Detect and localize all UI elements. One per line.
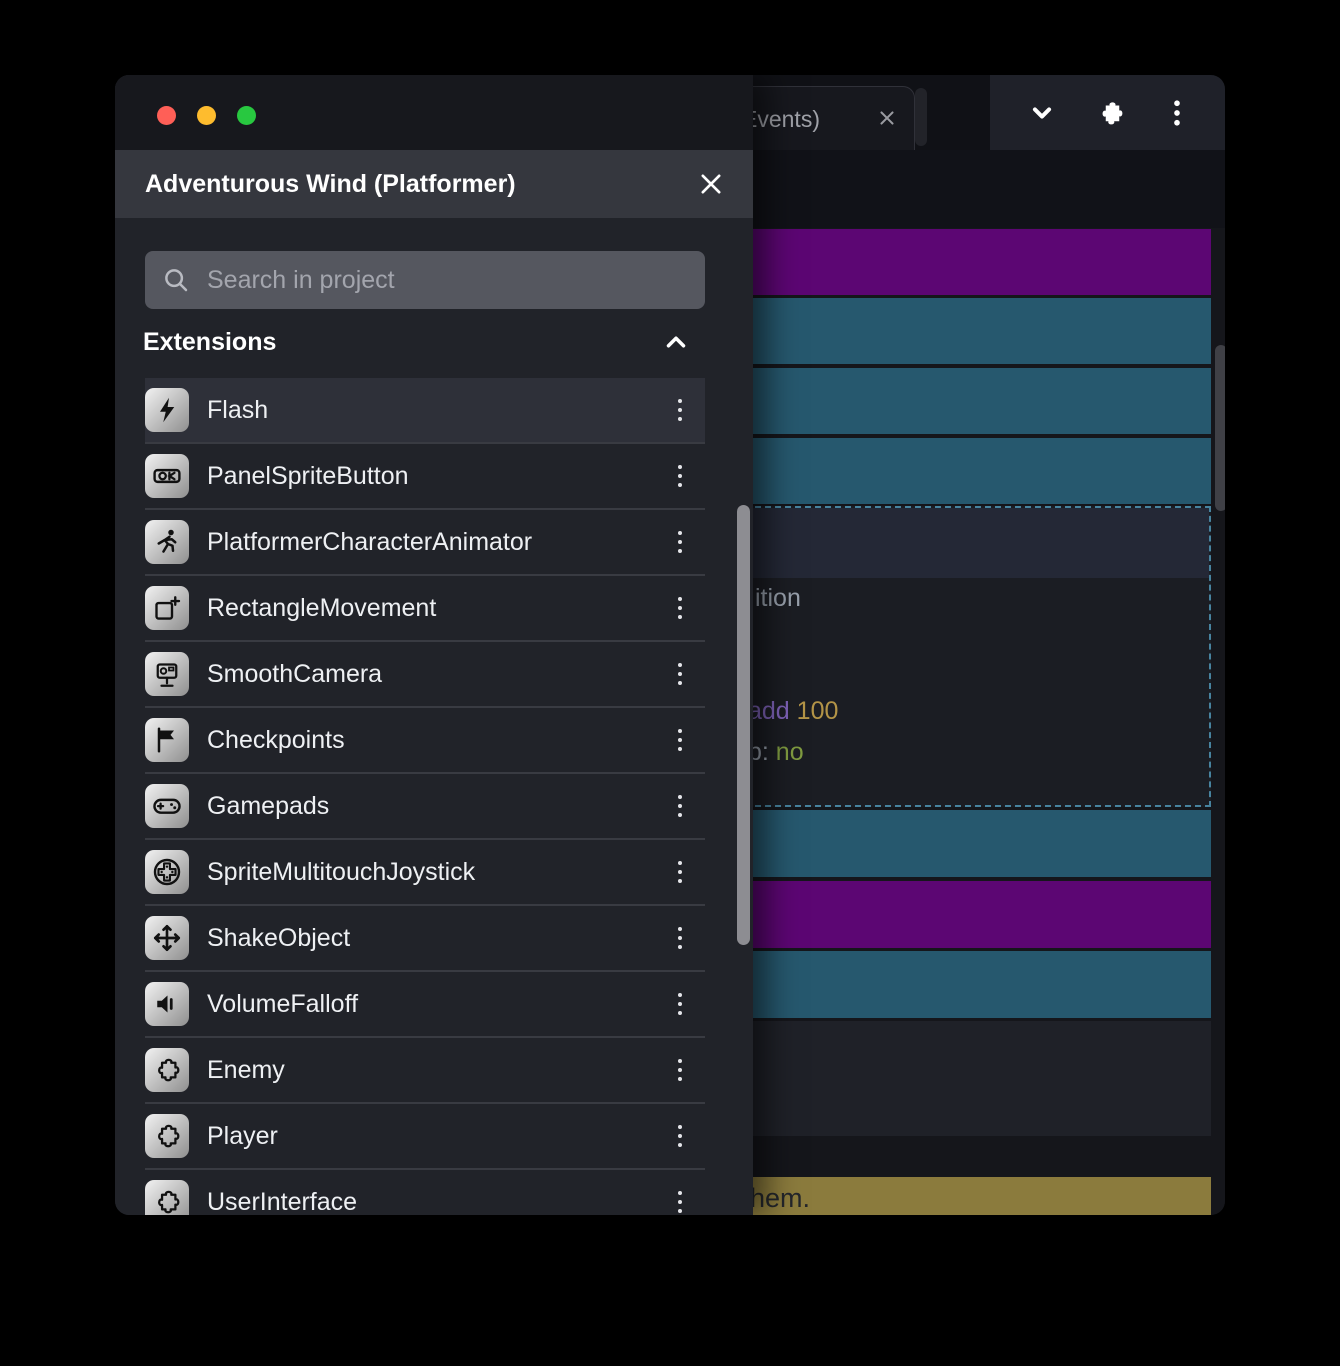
minimize-traffic-light[interactable]: [197, 106, 216, 125]
kebab-icon[interactable]: [678, 993, 682, 1015]
event-param-fragment: p: no: [748, 738, 804, 767]
extension-label: UserInterface: [207, 1188, 357, 1216]
extension-row[interactable]: Player: [145, 1104, 705, 1170]
extension-row[interactable]: Checkpoints: [145, 708, 705, 774]
event-block[interactable]: [735, 1021, 1211, 1136]
panel-scrollbar[interactable]: [737, 505, 750, 945]
extension-row[interactable]: SpriteMultitouchJoystick: [145, 840, 705, 906]
chevron-down-icon[interactable]: [1025, 96, 1059, 130]
extensions-section-label: Extensions: [143, 328, 276, 357]
volume-icon: [145, 982, 189, 1026]
event-block[interactable]: [735, 229, 1211, 295]
zoom-traffic-light[interactable]: [237, 106, 256, 125]
event-block[interactable]: [735, 810, 1211, 877]
camera-icon: [145, 652, 189, 696]
puzzle-icon: [145, 1180, 189, 1215]
kebab-icon[interactable]: [678, 465, 682, 487]
extension-row[interactable]: SmoothCamera: [145, 642, 705, 708]
extension-label: ShakeObject: [207, 924, 350, 953]
tab-label: Events): [742, 106, 820, 133]
event-block[interactable]: [735, 881, 1211, 948]
event-text-fragment: ition: [755, 584, 801, 613]
window-controls-cluster: [990, 75, 1225, 150]
search-input[interactable]: [205, 265, 649, 296]
kebab-icon[interactable]: [678, 597, 682, 619]
extension-label: PanelSpriteButton: [207, 462, 409, 491]
selected-event-block[interactable]: ition add 100 p: no: [735, 506, 1211, 807]
event-conditions-header: [737, 508, 1209, 578]
puzzle-icon: [145, 1048, 189, 1092]
event-block[interactable]: [735, 368, 1211, 434]
rectangle-plus-icon: [145, 586, 189, 630]
comment-block[interactable]: hem.: [735, 1177, 1211, 1215]
extension-label: Player: [207, 1122, 278, 1151]
extension-row[interactable]: Enemy: [145, 1038, 705, 1104]
extension-label: SpriteMultitouchJoystick: [207, 858, 475, 887]
extension-row[interactable]: Flash: [145, 378, 705, 444]
flash-icon: [145, 388, 189, 432]
runner-icon: [145, 520, 189, 564]
chevron-up-icon[interactable]: [661, 327, 691, 357]
event-block[interactable]: [735, 298, 1211, 364]
kebab-icon[interactable]: [678, 399, 682, 421]
extension-row[interactable]: PanelSpriteButton: [145, 444, 705, 510]
kebab-icon[interactable]: [678, 531, 682, 553]
kebab-icon[interactable]: [678, 927, 682, 949]
kebab-icon[interactable]: [678, 663, 682, 685]
panel-header: Adventurous Wind (Platformer): [115, 150, 753, 218]
search-bar[interactable]: [145, 251, 705, 309]
shake-arrows-icon: [145, 916, 189, 960]
extension-label: Gamepads: [207, 792, 329, 821]
flag-icon: [145, 718, 189, 762]
extension-label: Enemy: [207, 1056, 285, 1085]
extension-row[interactable]: PlatformerCharacterAnimator: [145, 510, 705, 576]
event-action-fragment: add 100: [748, 697, 838, 726]
extension-row[interactable]: ShakeObject: [145, 906, 705, 972]
kebab-icon[interactable]: [678, 795, 682, 817]
event-block[interactable]: [735, 951, 1211, 1018]
event-block[interactable]: [735, 438, 1211, 504]
comment-text-fragment: hem.: [750, 1183, 810, 1214]
extensions-list: Flash PanelSpriteButton PlatformerCharacte…: [145, 378, 705, 1215]
kebab-icon[interactable]: [1164, 96, 1190, 130]
kebab-icon[interactable]: [678, 861, 682, 883]
ok-button-icon: [145, 454, 189, 498]
extension-label: SmoothCamera: [207, 660, 382, 689]
extension-row[interactable]: VolumeFalloff: [145, 972, 705, 1038]
project-title: Adventurous Wind (Platformer): [145, 170, 516, 199]
search-icon: [161, 265, 191, 295]
tab-separator: [915, 88, 927, 146]
kebab-icon[interactable]: [678, 1125, 682, 1147]
close-traffic-light[interactable]: [157, 106, 176, 125]
extension-label: Flash: [207, 396, 268, 425]
extension-label: RectangleMovement: [207, 594, 436, 623]
joystick-icon: [145, 850, 189, 894]
extension-row[interactable]: Gamepads: [145, 774, 705, 840]
kebab-icon[interactable]: [678, 1191, 682, 1213]
extension-row[interactable]: UserInterface: [145, 1170, 705, 1215]
puzzle-icon: [145, 1114, 189, 1158]
kebab-icon[interactable]: [678, 729, 682, 751]
extension-label: PlatformerCharacterAnimator: [207, 528, 532, 557]
extension-row[interactable]: RectangleMovement: [145, 576, 705, 642]
gamepad-icon: [145, 784, 189, 828]
panel-close-icon[interactable]: [697, 170, 725, 198]
extensions-puzzle-icon[interactable]: [1093, 95, 1129, 131]
kebab-icon[interactable]: [678, 1059, 682, 1081]
project-manager-panel: Adventurous Wind (Platformer) Extensions…: [115, 75, 753, 1215]
macos-titlebar: [115, 75, 753, 150]
events-scrollbar[interactable]: [1215, 345, 1225, 511]
extension-label: Checkpoints: [207, 726, 345, 755]
tab-close-icon[interactable]: [876, 107, 898, 129]
extension-label: VolumeFalloff: [207, 990, 358, 1019]
app-window: Events): [115, 75, 1225, 1215]
